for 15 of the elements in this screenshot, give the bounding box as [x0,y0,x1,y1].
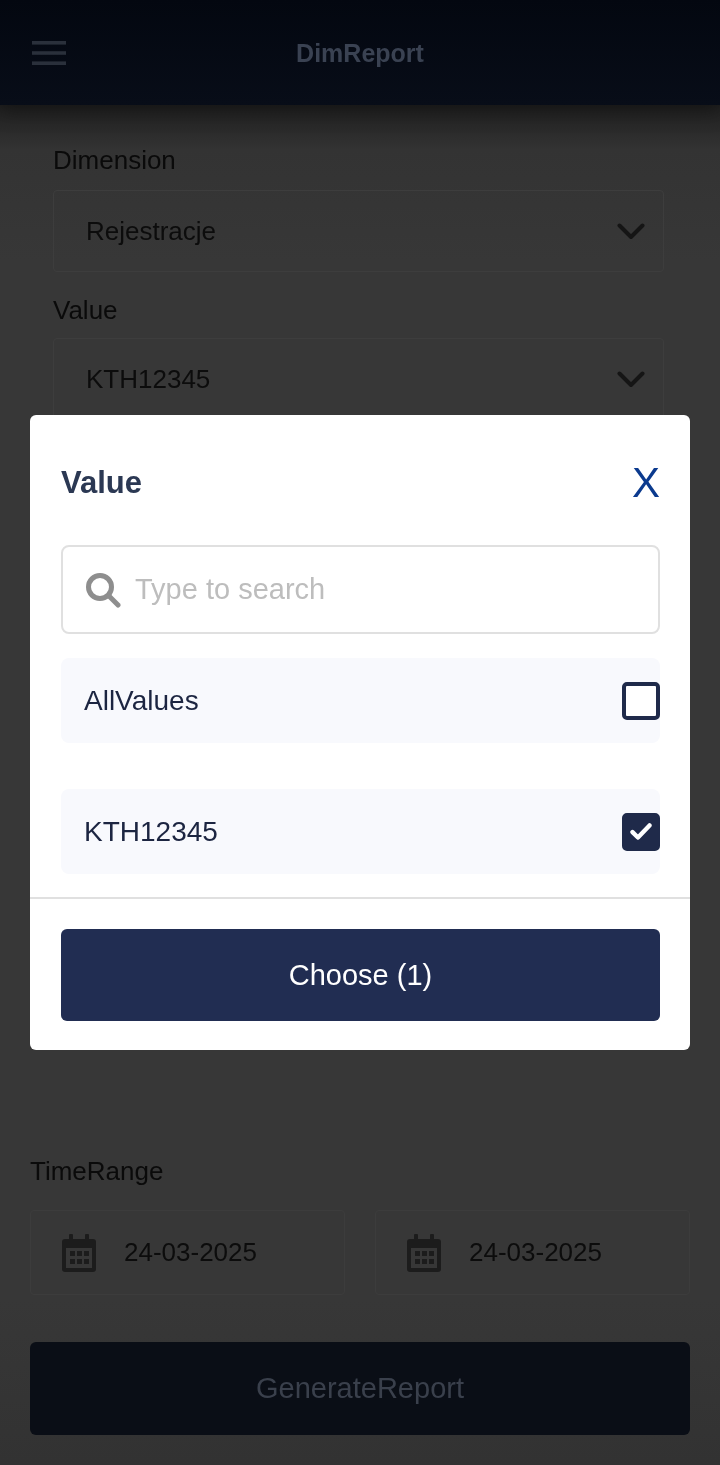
app-title: DimReport [296,37,424,68]
dialog-title: Value [61,464,142,502]
checkmark-icon [630,823,652,840]
option-row[interactable]: AllValues [61,658,660,743]
option-row[interactable]: KTH12345 [61,789,660,874]
choose-button[interactable]: Choose (1) [61,929,660,1021]
calendar-icon [407,1233,441,1272]
search-icon [85,572,121,608]
chevron-icon [617,222,645,240]
checkbox[interactable] [622,681,660,720]
search-field[interactable]: Type to search [61,545,660,634]
chevron-icon [617,370,645,388]
checkbox[interactable] [622,812,660,851]
close-button[interactable]: X [632,461,660,505]
calendar-icon [62,1233,96,1272]
